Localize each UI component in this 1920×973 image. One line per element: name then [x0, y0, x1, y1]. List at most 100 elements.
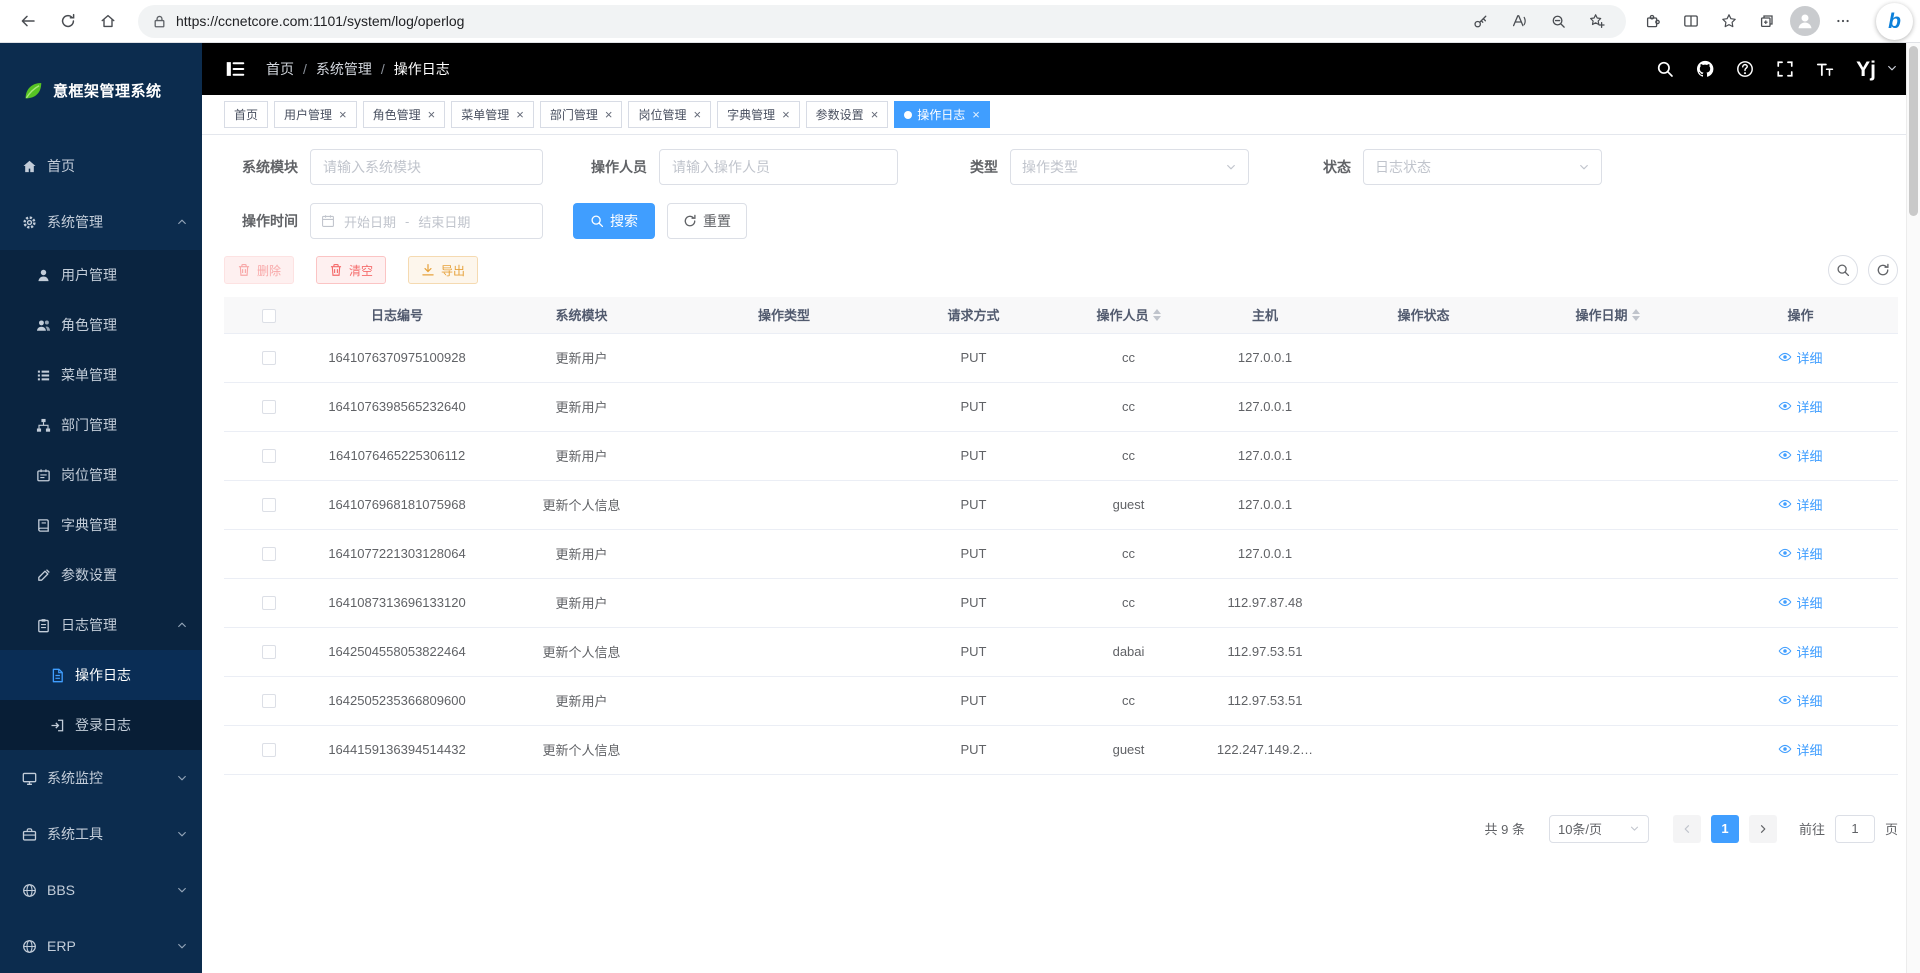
- tab-dept-mgmt[interactable]: 部门管理×: [540, 101, 623, 128]
- breadcrumb-home[interactable]: 首页: [266, 59, 294, 79]
- detail-link[interactable]: 详细: [1778, 348, 1822, 367]
- sidebar-item-system-tools[interactable]: 系统工具: [0, 806, 202, 862]
- sidebar-item-bbs[interactable]: BBS: [0, 862, 202, 918]
- favorites-icon[interactable]: [1714, 7, 1744, 35]
- search-icon[interactable]: [1656, 60, 1674, 78]
- detail-link[interactable]: 详细: [1778, 397, 1822, 416]
- status-select[interactable]: 日志状态: [1363, 149, 1602, 185]
- page-number-1[interactable]: 1: [1711, 815, 1739, 843]
- sidebar-item-menu-mgmt[interactable]: 菜单管理: [0, 350, 202, 400]
- row-checkbox[interactable]: [262, 547, 276, 561]
- row-checkbox[interactable]: [262, 498, 276, 512]
- font-size-icon[interactable]: [1816, 60, 1834, 78]
- row-checkbox[interactable]: [262, 449, 276, 463]
- row-checkbox[interactable]: [262, 645, 276, 659]
- detail-link[interactable]: 详细: [1778, 593, 1822, 612]
- detail-link[interactable]: 详细: [1778, 691, 1822, 710]
- sidebar-item-param-settings[interactable]: 参数设置: [0, 550, 202, 600]
- sidebar-item-dict-mgmt[interactable]: 字典管理: [0, 500, 202, 550]
- select-all-checkbox[interactable]: [262, 309, 276, 323]
- zoom-out-icon[interactable]: [1543, 7, 1573, 35]
- sidebar-item-system-monitor[interactable]: 系统监控: [0, 750, 202, 806]
- tab-menu-mgmt[interactable]: 菜单管理×: [451, 101, 534, 128]
- row-checkbox[interactable]: [262, 743, 276, 757]
- sidebar-item-role-mgmt[interactable]: 角色管理: [0, 300, 202, 350]
- close-icon[interactable]: ×: [693, 108, 701, 121]
- address-bar[interactable]: https://ccnetcore.com:1101/system/log/op…: [138, 5, 1626, 38]
- operator-input[interactable]: [659, 149, 898, 185]
- sidebar-item-system-mgmt[interactable]: 系统管理: [0, 194, 202, 250]
- close-icon[interactable]: ×: [782, 108, 790, 121]
- close-icon[interactable]: ×: [605, 108, 613, 121]
- tab-dict-mgmt[interactable]: 字典管理×: [717, 101, 800, 128]
- tab-oper-log[interactable]: 操作日志×: [894, 101, 990, 128]
- browser-home-button[interactable]: [90, 4, 126, 38]
- row-checkbox[interactable]: [262, 694, 276, 708]
- sidebar-item-login-log[interactable]: 登录日志: [0, 700, 202, 750]
- fullscreen-icon[interactable]: [1776, 60, 1794, 78]
- app-logo[interactable]: 意框架管理系统: [0, 43, 202, 138]
- sidebar-fold-icon[interactable]: [224, 58, 246, 80]
- tab-home[interactable]: 首页: [224, 101, 268, 128]
- url-text[interactable]: https://ccnetcore.com:1101/system/log/op…: [176, 13, 1456, 29]
- sort-caret[interactable]: [1632, 305, 1640, 325]
- clear-button[interactable]: 清空: [316, 256, 386, 284]
- close-icon[interactable]: ×: [972, 108, 980, 121]
- detail-link[interactable]: 详细: [1778, 495, 1822, 514]
- detail-link[interactable]: 详细: [1778, 740, 1822, 759]
- module-input[interactable]: [310, 149, 543, 185]
- row-checkbox[interactable]: [262, 400, 276, 414]
- split-screen-icon[interactable]: [1676, 7, 1706, 35]
- sidebar-item-oper-log[interactable]: 操作日志: [0, 650, 202, 700]
- show-search-button[interactable]: [1828, 255, 1858, 285]
- bing-discover-icon[interactable]: b: [1876, 3, 1913, 40]
- github-icon[interactable]: [1696, 60, 1714, 78]
- user-logo[interactable]: Yj: [1856, 59, 1876, 80]
- date-end-placeholder[interactable]: 结束日期: [418, 212, 470, 231]
- password-key-icon[interactable]: [1465, 7, 1495, 35]
- chevron-down-icon[interactable]: [1886, 62, 1898, 74]
- prev-page-button[interactable]: [1673, 815, 1701, 843]
- goto-page-input[interactable]: [1835, 815, 1875, 843]
- date-range-picker[interactable]: 开始日期 - 结束日期: [310, 203, 543, 239]
- more-menu-icon[interactable]: [1828, 7, 1858, 35]
- sidebar-item-home[interactable]: 首页: [0, 138, 202, 194]
- page-size-select[interactable]: 10条/页: [1549, 815, 1649, 843]
- close-icon[interactable]: ×: [871, 108, 879, 121]
- reset-button[interactable]: 重置: [667, 203, 747, 239]
- sidebar-item-post-mgmt[interactable]: 岗位管理: [0, 450, 202, 500]
- profile-avatar[interactable]: [1790, 6, 1820, 36]
- detail-link[interactable]: 详细: [1778, 642, 1822, 661]
- detail-link[interactable]: 详细: [1778, 446, 1822, 465]
- read-aloud-icon[interactable]: [1504, 7, 1534, 35]
- next-page-button[interactable]: [1749, 815, 1777, 843]
- sidebar-item-erp[interactable]: ERP: [0, 918, 202, 973]
- row-checkbox[interactable]: [262, 596, 276, 610]
- collections-icon[interactable]: [1752, 7, 1782, 35]
- close-icon[interactable]: ×: [516, 108, 524, 121]
- delete-button[interactable]: 删除: [224, 256, 294, 284]
- scrollbar-thumb[interactable]: [1909, 46, 1918, 216]
- tab-role-mgmt[interactable]: 角色管理×: [363, 101, 446, 128]
- row-checkbox[interactable]: [262, 351, 276, 365]
- sort-caret[interactable]: [1153, 305, 1161, 325]
- tab-user-mgmt[interactable]: 用户管理×: [274, 101, 357, 128]
- tab-post-mgmt[interactable]: 岗位管理×: [628, 101, 711, 128]
- browser-refresh-button[interactable]: [50, 4, 86, 38]
- add-favorite-icon[interactable]: [1582, 7, 1612, 35]
- export-button[interactable]: 导出: [408, 256, 478, 284]
- page-scrollbar[interactable]: [1906, 43, 1920, 973]
- search-button[interactable]: 搜索: [573, 203, 655, 239]
- type-select[interactable]: 操作类型: [1010, 149, 1249, 185]
- tab-param-settings[interactable]: 参数设置×: [806, 101, 889, 128]
- help-icon[interactable]: [1736, 60, 1754, 78]
- sidebar-item-dept-mgmt[interactable]: 部门管理: [0, 400, 202, 450]
- detail-link[interactable]: 详细: [1778, 544, 1822, 563]
- close-icon[interactable]: ×: [339, 108, 347, 121]
- breadcrumb-system-mgmt[interactable]: 系统管理: [316, 59, 372, 79]
- date-start-placeholder[interactable]: 开始日期: [344, 212, 396, 231]
- sidebar-item-user-mgmt[interactable]: 用户管理: [0, 250, 202, 300]
- browser-back-button[interactable]: [10, 4, 46, 38]
- refresh-table-button[interactable]: [1868, 255, 1898, 285]
- extensions-icon[interactable]: [1638, 7, 1668, 35]
